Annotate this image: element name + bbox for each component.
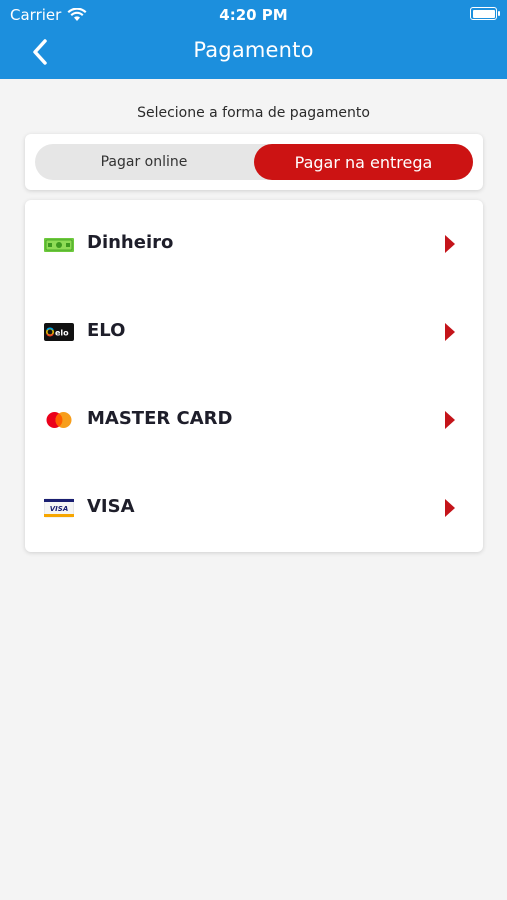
page-title: Pagamento — [193, 38, 314, 62]
chevron-right-icon — [445, 499, 455, 517]
payment-method-visa[interactable]: VISA VISA — [25, 464, 483, 552]
chevron-right-icon — [445, 235, 455, 253]
payment-method-label: Dinheiro — [87, 232, 174, 253]
status-time: 4:20 PM — [219, 6, 288, 24]
payment-subtitle: Selecione a forma de pagamento — [137, 105, 370, 121]
svg-text:elo: elo — [55, 329, 69, 338]
app-header: Carrier 4:20 PM Pagamento — [0, 0, 507, 79]
payment-mode-card: Pagar online Pagar na entrega — [25, 134, 483, 190]
mastercard-icon — [46, 412, 72, 428]
payment-method-dinheiro[interactable]: Dinheiro — [25, 200, 483, 288]
payment-method-elo[interactable]: elo ELO — [25, 288, 483, 376]
payment-methods-list: Dinheiro elo ELO MASTER CARD VISA VISA — [25, 200, 483, 552]
payment-method-label: VISA — [87, 496, 135, 517]
payment-method-mastercard[interactable]: MASTER CARD — [25, 376, 483, 464]
tab-pagar-na-entrega[interactable]: Pagar na entrega — [254, 144, 473, 180]
battery-icon — [470, 7, 500, 20]
payment-mode-toggle: Pagar online Pagar na entrega — [35, 144, 473, 180]
chevron-right-icon — [445, 411, 455, 429]
payment-method-label: ELO — [87, 320, 126, 341]
status-bar: Carrier 4:20 PM — [0, 0, 507, 28]
chevron-right-icon — [445, 323, 455, 341]
cash-icon — [44, 238, 74, 252]
payment-method-label: MASTER CARD — [87, 408, 233, 429]
svg-text:VISA: VISA — [50, 505, 68, 513]
elo-card-icon: elo — [44, 323, 74, 341]
visa-card-icon: VISA — [44, 498, 74, 518]
tab-pagar-online[interactable]: Pagar online — [35, 144, 253, 180]
